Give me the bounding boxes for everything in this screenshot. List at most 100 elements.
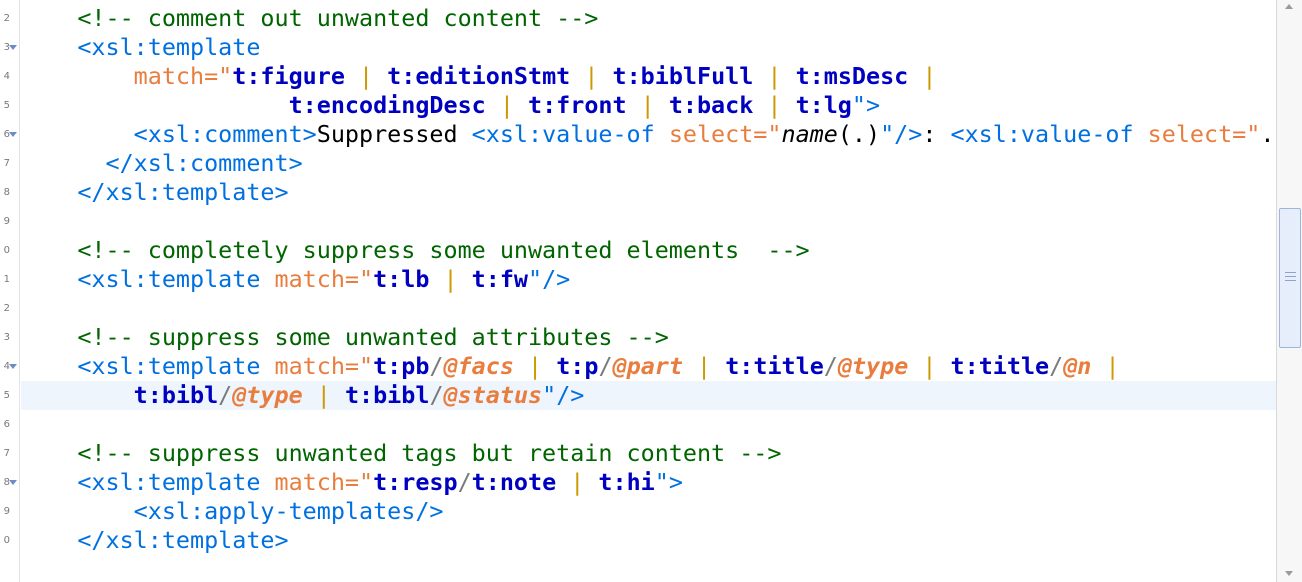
code-line[interactable]: <xsl:template match="t:resp/t:note | t:h… (21, 468, 1276, 497)
code-token: ." (1260, 120, 1276, 148)
code-token: | (908, 352, 951, 380)
code-token: | (1091, 352, 1120, 380)
grip-line (1285, 276, 1296, 277)
scroll-up-arrow-icon[interactable] (1285, 4, 1293, 9)
fold-toggle-icon[interactable] (9, 480, 17, 485)
code-token: t:biblFull (612, 62, 754, 90)
code-token: <xsl:template (77, 468, 275, 496)
code-token: | (513, 352, 557, 380)
code-line[interactable]: t:bibl/@type | t:bibl/@status"/> (21, 381, 1276, 410)
code-token: @status (443, 381, 543, 409)
code-token: t:front (527, 91, 627, 119)
line-number: 4 (3, 71, 10, 82)
code-line[interactable]: match="t:figure | t:editionStmt | t:bibl… (21, 62, 1276, 91)
code-token: t:pb (373, 352, 430, 380)
code-token: / (598, 352, 613, 380)
code-token: <xsl:comment> (133, 120, 317, 148)
code-token: t:fw (471, 265, 529, 293)
code-line[interactable]: t:encodingDesc | t:front | t:back | t:lg… (21, 91, 1276, 120)
code-token: t:title (725, 352, 824, 380)
code-line[interactable]: <!-- comment out unwanted content --> (21, 4, 1276, 33)
code-token: | (302, 381, 345, 409)
code-line[interactable]: <!-- suppress some unwanted attributes -… (21, 323, 1276, 352)
code-line[interactable]: <xsl:apply-templates/> (21, 497, 1276, 526)
code-line[interactable] (21, 207, 1276, 236)
code-token: select=" (668, 120, 782, 148)
code-token: | (908, 62, 937, 90)
code-token: / (457, 468, 472, 496)
code-line[interactable]: <!-- suppress unwanted tags but retain c… (21, 439, 1276, 468)
code-line[interactable]: </xsl:template> (21, 526, 1276, 555)
fold-toggle-icon[interactable] (9, 132, 17, 137)
code-area[interactable]: <!-- comment out unwanted content --> <x… (21, 0, 1276, 582)
code-token: / (1049, 352, 1064, 380)
code-token: / (429, 352, 444, 380)
code-token: t:bibl (344, 381, 430, 409)
scroll-down-arrow-icon[interactable] (1285, 571, 1293, 576)
code-token: t:msDesc (795, 62, 909, 90)
code-token: match=" (133, 62, 233, 90)
code-token: <!-- comment out unwanted content --> (77, 4, 599, 32)
code-token: <xsl:template (77, 352, 275, 380)
code-line[interactable] (21, 410, 1276, 439)
code-token: | (344, 62, 388, 90)
line-number: 5 (3, 390, 10, 401)
line-number: 8 (3, 187, 10, 198)
code-line[interactable] (21, 294, 1276, 323)
code-token: "/> (528, 265, 571, 293)
code-token: | (626, 91, 669, 119)
code-token: <xsl:template (77, 33, 261, 61)
code-token: @facs (443, 352, 514, 380)
code-token: | (753, 62, 796, 90)
line-number-gutter: 2345678901234567890 (0, 0, 20, 582)
code-token: <xsl:template (77, 265, 275, 293)
code-token: / (429, 381, 444, 409)
code-line[interactable]: <!-- completely suppress some unwanted e… (21, 236, 1276, 265)
scrollbar-thumb[interactable] (1279, 208, 1301, 348)
code-line[interactable]: <xsl:template match="t:lb | t:fw"/> (21, 265, 1276, 294)
code-token: t:lg (795, 91, 852, 119)
code-token: t:editionStmt (387, 62, 571, 90)
code-token: "/> (880, 120, 923, 148)
code-token: match=" (274, 352, 374, 380)
line-number: 0 (3, 535, 10, 546)
code-token: @part (612, 352, 683, 380)
code-token: <xsl:value-of (471, 120, 669, 148)
line-number: 5 (3, 100, 10, 111)
code-token: <xsl:value-of (950, 120, 1148, 148)
code-token: </xsl:template> (77, 178, 289, 206)
grip-line (1285, 272, 1296, 273)
code-token: t:resp (373, 468, 458, 496)
code-line[interactable]: <xsl:template match="t:pb/@facs | t:p/@p… (21, 352, 1276, 381)
code-token: t:note (471, 468, 557, 496)
line-number: 7 (3, 448, 10, 459)
vertical-scrollbar[interactable] (1276, 0, 1302, 582)
xslt-code-editor[interactable]: 2345678901234567890 <!-- comment out unw… (0, 0, 1302, 582)
line-number: 0 (3, 245, 10, 256)
code-token: </xsl:template> (77, 526, 289, 554)
code-line[interactable]: </xsl:template> (21, 178, 1276, 207)
line-number: 6 (3, 419, 10, 430)
code-token: t:title (950, 352, 1050, 380)
code-token: name (781, 120, 838, 148)
line-number: 1 (3, 274, 10, 285)
code-token: t:hi (598, 468, 655, 496)
code-line[interactable]: <xsl:comment>Suppressed <xsl:value-of se… (21, 120, 1276, 149)
code-token: t:bibl (133, 381, 219, 409)
code-token: t:encodingDesc (288, 91, 486, 119)
code-line[interactable]: </xsl:comment> (21, 149, 1276, 178)
line-number: 3 (3, 332, 10, 343)
fold-toggle-icon[interactable] (9, 45, 17, 50)
code-token: | (429, 265, 472, 293)
code-line[interactable]: <xsl:template (21, 33, 1276, 62)
fold-toggle-icon[interactable] (9, 364, 17, 369)
